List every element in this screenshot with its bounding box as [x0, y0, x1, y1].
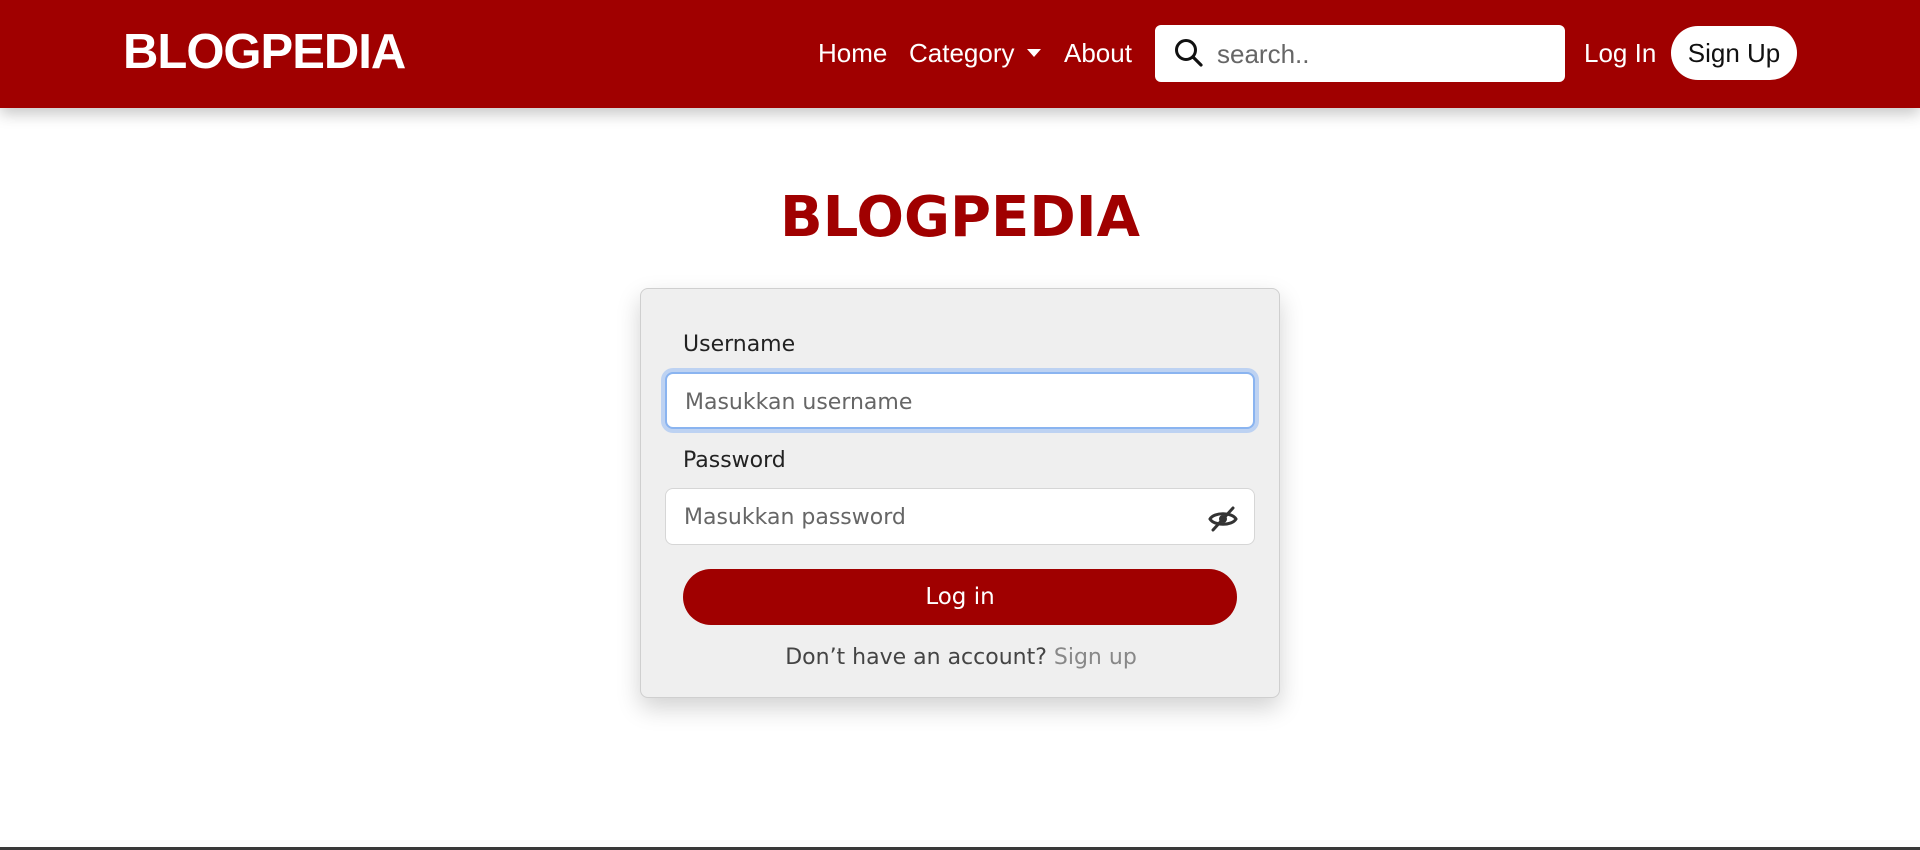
nav-login-link[interactable]: Log In: [1584, 36, 1656, 70]
signup-prompt: Don’t have an account? Sign up: [641, 643, 1281, 673]
nav-link-home[interactable]: Home: [818, 36, 887, 70]
page-title: BLOGPEDIA: [780, 185, 1140, 250]
nav-link-category-label: Category: [909, 38, 1015, 68]
chevron-down-icon: [1026, 49, 1041, 57]
password-field-wrapper: [665, 488, 1255, 545]
signup-button[interactable]: Sign Up: [1671, 26, 1797, 80]
brand-logo[interactable]: BLOGPEDIA: [123, 22, 406, 82]
navbar: BLOGPEDIA Home Category About Log In Sig…: [0, 0, 1920, 108]
login-card: Username Password Log in Don’t have an a…: [640, 288, 1280, 698]
search-input[interactable]: [1217, 33, 1547, 75]
username-field-wrapper: [665, 372, 1255, 429]
nav-link-about[interactable]: About: [1064, 36, 1132, 70]
password-label: Password: [683, 448, 786, 473]
login-submit-button[interactable]: Log in: [683, 569, 1237, 625]
signup-link[interactable]: Sign up: [1054, 645, 1137, 670]
search-box: [1155, 25, 1565, 82]
search-icon: [1175, 39, 1203, 67]
signup-prompt-text: Don’t have an account?: [785, 645, 1047, 670]
username-input[interactable]: [685, 383, 1185, 421]
password-input[interactable]: [684, 498, 1184, 536]
username-label: Username: [683, 332, 796, 357]
nav-dropdown-category[interactable]: Category: [909, 36, 1041, 70]
eye-slash-icon[interactable]: [1208, 506, 1238, 532]
